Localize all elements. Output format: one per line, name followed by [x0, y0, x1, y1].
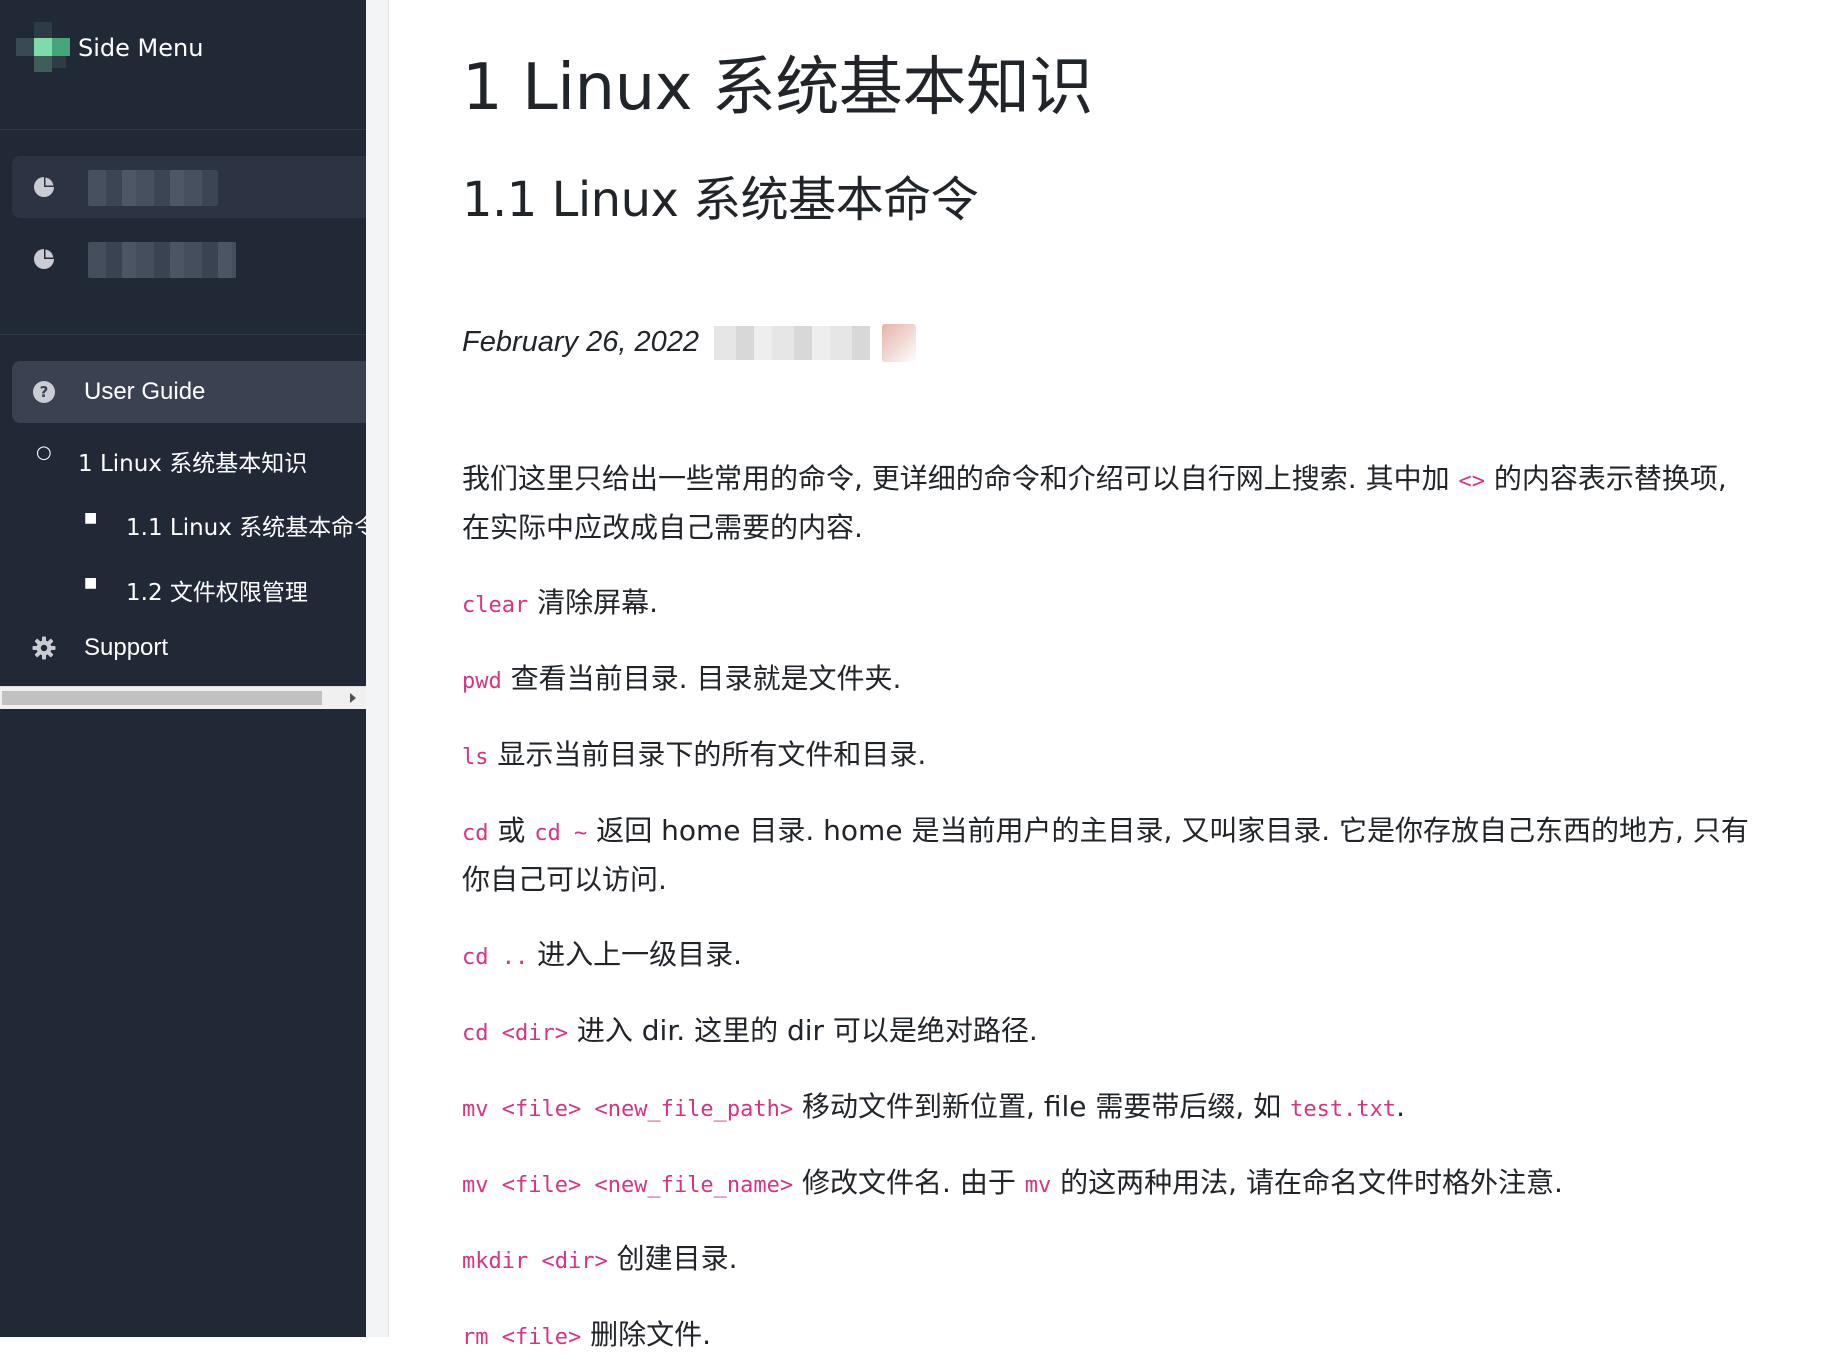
- text-span: 移动文件到新位置, file 需要带后缀, 如: [793, 1090, 1291, 1123]
- sidebar: Side Menu ? User Guide ○ 1 Linux 系统基本知识 …: [0, 0, 366, 1337]
- section-title: 1.1 Linux 系统基本命令: [462, 172, 979, 228]
- pie-chart-icon: [34, 177, 54, 197]
- sidebar-item-label-blurred: [88, 242, 236, 278]
- text-span: 返回 home 目录. home 是当前用户的主目录, 又叫家目录. 它是你存放…: [462, 814, 1749, 896]
- question-circle-icon: ?: [33, 381, 55, 403]
- paragraph: ls 显示当前目录下的所有文件和目录.: [462, 732, 1762, 781]
- inline-code: mv <file> <new_file_path>: [462, 1097, 794, 1122]
- divider: [0, 129, 366, 130]
- divider: [0, 334, 366, 335]
- text-span: 进入 dir. 这里的 dir 可以是绝对路径.: [567, 1014, 1038, 1047]
- paragraph: mv <file> <new_file_path> 移动文件到新位置, file…: [462, 1084, 1762, 1133]
- inline-code: cd ~: [534, 821, 588, 846]
- pie-chart-icon: [34, 249, 54, 269]
- sidebar-item-label-blurred: [88, 170, 218, 206]
- page-title: 1 Linux 系统基本知识: [462, 51, 1093, 125]
- square-bullet-icon: ■: [84, 575, 98, 591]
- paragraph: cd .. 进入上一级目录.: [462, 932, 1762, 981]
- paragraph: mv <file> <new_file_name> 修改文件名. 由于 mv 的…: [462, 1160, 1762, 1209]
- inline-code: mv <file> <new_file_name>: [462, 1173, 794, 1198]
- text-span: 修改文件名. 由于: [793, 1166, 1025, 1199]
- svg-text:?: ?: [40, 383, 49, 401]
- inline-code: mv: [1024, 1173, 1052, 1198]
- inline-code: <>: [1458, 469, 1486, 494]
- text-span: 显示当前目录下的所有文件和目录.: [488, 738, 927, 771]
- sidebar-item-hidden-2[interactable]: [12, 228, 366, 290]
- paragraph: cd 或 cd ~ 返回 home 目录. home 是当前用户的主目录, 又叫…: [462, 808, 1762, 903]
- brand[interactable]: Side Menu: [16, 18, 356, 78]
- text-span: .: [1396, 1090, 1405, 1123]
- sidebar-item-label: User Guide: [84, 378, 206, 405]
- inline-code: cd <dir>: [462, 1021, 568, 1046]
- inline-code: ls: [462, 745, 489, 770]
- scrollbar-thumb[interactable]: [2, 691, 322, 705]
- gear-icon: [32, 636, 56, 660]
- horizontal-scrollbar[interactable]: [0, 686, 366, 709]
- text-span: 查看当前目录. 目录就是文件夹.: [501, 662, 902, 695]
- text-span: 清除屏幕.: [528, 586, 659, 619]
- sidebar-item-label: Support: [84, 634, 169, 661]
- sidebar-title: Side Menu: [78, 34, 204, 62]
- text-span: 我们这里只给出一些常用的命令, 更详细的命令和介绍可以自行网上搜索. 其中加: [462, 462, 1459, 495]
- square-bullet-icon: ■: [84, 510, 98, 526]
- text-span: 删除文件.: [581, 1318, 712, 1351]
- paragraph: clear 清除屏幕.: [462, 580, 1762, 629]
- inline-code: pwd: [462, 669, 502, 694]
- text-span: 的这两种用法, 请在命名文件时格外注意.: [1051, 1166, 1563, 1199]
- circle-bullet-icon: ○: [36, 442, 52, 463]
- sidebar-item-hidden-1[interactable]: [12, 156, 366, 218]
- toc-item-label: 1.2 文件权限管理: [126, 580, 308, 606]
- toc-item-label: 1.1 Linux 系统基本命令: [126, 515, 366, 541]
- avatar: [882, 324, 916, 362]
- inline-code: clear: [462, 593, 529, 618]
- logo-icon: [16, 22, 82, 74]
- sidebar-item-user-guide[interactable]: ? User Guide: [12, 361, 366, 423]
- text-span: 或: [488, 814, 535, 847]
- inline-code: cd ..: [462, 945, 529, 970]
- sidebar-gutter: [366, 0, 389, 1337]
- inline-code: cd: [462, 821, 489, 846]
- paragraph: mkdir <dir> 创建目录.: [462, 1236, 1762, 1285]
- scroll-right-arrow-icon[interactable]: [350, 693, 356, 703]
- post-date: February 26, 2022: [462, 326, 699, 358]
- text-span: 创建目录.: [607, 1242, 738, 1275]
- paragraph: cd <dir> 进入 dir. 这里的 dir 可以是绝对路径.: [462, 1008, 1762, 1057]
- author-name-blurred: [714, 326, 870, 360]
- toc-item-label: 1 Linux 系统基本知识: [78, 451, 308, 477]
- inline-code: mkdir <dir>: [462, 1249, 608, 1274]
- inline-code: test.txt: [1290, 1097, 1397, 1122]
- inline-code: rm <file>: [462, 1325, 582, 1350]
- sidebar-item-support[interactable]: Support: [12, 617, 366, 679]
- paragraph: pwd 查看当前目录. 目录就是文件夹.: [462, 656, 1762, 705]
- paragraph: 我们这里只给出一些常用的命令, 更详细的命令和介绍可以自行网上搜索. 其中加 <…: [462, 456, 1762, 551]
- text-span: 进入上一级目录.: [528, 938, 743, 971]
